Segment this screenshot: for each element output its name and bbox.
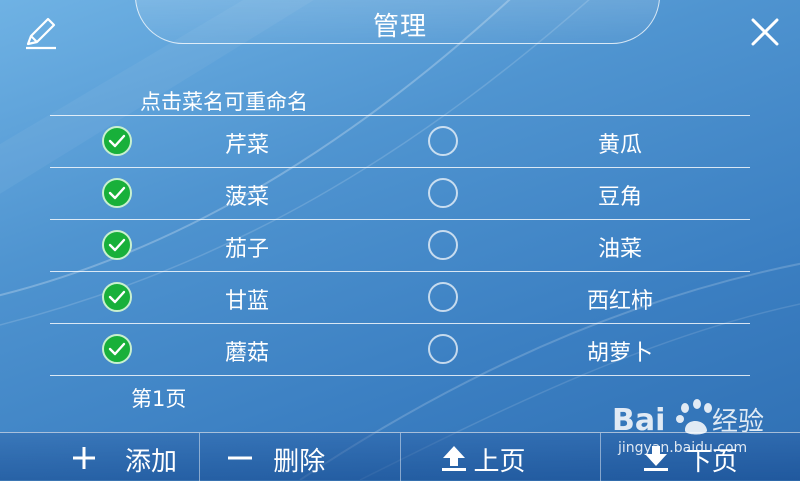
dish-name[interactable]: 西红柿 [550, 283, 690, 315]
rename-hint: 点击菜名可重命名 [140, 90, 308, 114]
dish-name[interactable]: 油菜 [550, 231, 690, 263]
dish-item[interactable]: 茄子 [50, 220, 400, 271]
checkbox-checked[interactable] [102, 178, 132, 208]
dish-name[interactable]: 菠菜 [177, 179, 317, 211]
checkbox-unchecked[interactable] [428, 126, 458, 156]
upload-arrow-icon [441, 446, 466, 471]
dish-item[interactable]: 芹菜 [50, 116, 400, 167]
dish-item[interactable]: 胡萝卜 [400, 324, 750, 375]
page-indicator: 第1页 [131, 387, 187, 411]
dish-list: 芹菜 黄瓜菠菜 豆角茄子 油菜甘蓝 西红柿蘑菇 胡萝卜 [50, 115, 750, 376]
next-page-label: 下页 [685, 447, 738, 477]
dish-item[interactable]: 甘蓝 [50, 272, 400, 323]
delete-button[interactable]: 删除 [200, 433, 401, 481]
checkbox-unchecked[interactable] [428, 282, 458, 312]
checkbox-checked[interactable] [102, 230, 132, 260]
checkbox-checked[interactable] [102, 126, 132, 156]
prev-page-button[interactable]: 上页 [401, 433, 601, 481]
dish-name[interactable]: 黄瓜 [550, 127, 690, 159]
check-icon [108, 342, 126, 356]
dish-item[interactable]: 蘑菇 [50, 324, 400, 375]
checkbox-checked[interactable] [102, 334, 132, 364]
minus-icon [228, 456, 253, 460]
dish-item[interactable]: 菠菜 [50, 168, 400, 219]
dish-name[interactable]: 蘑菇 [177, 335, 317, 367]
checkbox-unchecked[interactable] [428, 230, 458, 260]
checkbox-checked[interactable] [102, 282, 132, 312]
table-row: 菠菜 豆角 [50, 168, 750, 220]
checkbox-unchecked[interactable] [428, 178, 458, 208]
dish-name[interactable]: 胡萝卜 [550, 335, 690, 367]
dish-name[interactable]: 茄子 [177, 231, 317, 263]
dish-name[interactable]: 甘蓝 [177, 283, 317, 315]
check-icon [108, 134, 126, 148]
check-icon [108, 186, 126, 200]
table-row: 茄子 油菜 [50, 220, 750, 272]
plus-icon [73, 447, 95, 469]
dish-item[interactable]: 豆角 [400, 168, 750, 219]
download-arrow-icon [643, 446, 668, 471]
next-page-button[interactable]: 下页 [601, 433, 800, 481]
dish-name[interactable]: 芹菜 [177, 127, 317, 159]
edit-icon [26, 17, 56, 50]
close-button[interactable] [745, 12, 785, 52]
dish-item[interactable]: 西红柿 [400, 272, 750, 323]
dish-item[interactable]: 黄瓜 [400, 116, 750, 167]
check-icon [108, 290, 126, 304]
dish-name[interactable]: 豆角 [550, 179, 690, 211]
checkbox-unchecked[interactable] [428, 334, 458, 364]
dish-item[interactable]: 油菜 [400, 220, 750, 271]
close-icon [751, 18, 779, 46]
table-row: 芹菜 黄瓜 [50, 116, 750, 168]
prev-page-label: 上页 [473, 447, 526, 477]
add-button-label: 添加 [125, 447, 178, 477]
bottom-toolbar: 添加 删除 上页 下页 [0, 432, 800, 481]
delete-button-label: 删除 [273, 447, 326, 477]
table-row: 蘑菇 胡萝卜 [50, 324, 750, 376]
add-button[interactable]: 添加 [0, 433, 201, 481]
table-row: 甘蓝 西红柿 [50, 272, 750, 324]
page-title: 管理 [372, 12, 427, 42]
check-icon [108, 238, 126, 252]
edit-button[interactable] [22, 14, 60, 52]
